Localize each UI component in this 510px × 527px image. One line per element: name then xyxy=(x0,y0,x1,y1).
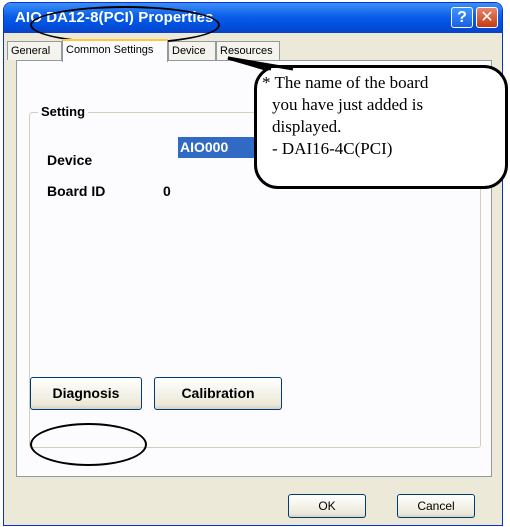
ok-button[interactable]: OK xyxy=(288,494,366,518)
callout-line: - DAI16-4C(PCI) xyxy=(272,139,393,158)
diagnosis-button[interactable]: Diagnosis xyxy=(30,377,142,410)
callout-line: displayed. xyxy=(272,117,342,136)
cancel-button[interactable]: Cancel xyxy=(397,494,475,518)
question-icon: ? xyxy=(457,9,467,26)
calibration-button[interactable]: Calibration xyxy=(154,377,282,410)
close-icon: ✕ xyxy=(480,9,494,26)
board-id-label: Board ID xyxy=(47,183,106,199)
setting-group-title: Setting xyxy=(38,104,89,119)
board-id-value: 0 xyxy=(163,183,171,199)
diagnosis-highlight-ellipse xyxy=(30,423,147,466)
callout-line: * The name of the board xyxy=(262,73,429,92)
tab-resources[interactable]: Resources xyxy=(216,41,280,60)
tab-general[interactable]: General xyxy=(7,41,62,60)
device-label: Device xyxy=(47,152,93,168)
callout-text: * The name of the board you have just ad… xyxy=(262,72,502,160)
help-button[interactable]: ? xyxy=(451,7,473,28)
close-button[interactable]: ✕ xyxy=(476,7,498,28)
tab-common-settings[interactable]: Common Settings xyxy=(62,39,168,62)
callout-line: you have just added is xyxy=(272,95,424,114)
tab-device[interactable]: Device xyxy=(168,41,216,60)
device-name-field[interactable]: AIO000 xyxy=(178,137,258,158)
